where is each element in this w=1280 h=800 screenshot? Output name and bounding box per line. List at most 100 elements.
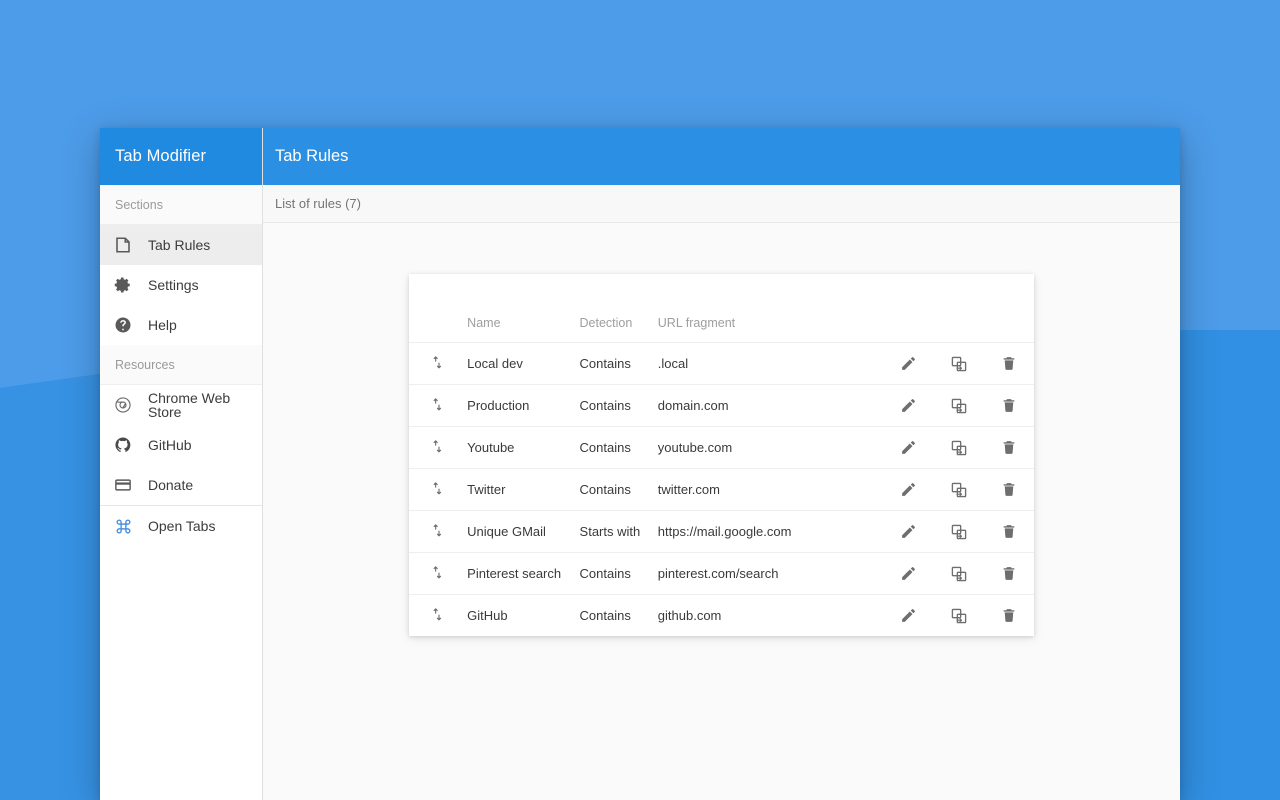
sidebar-item-tab-rules[interactable]: Tab Rules [100, 225, 262, 265]
page-icon [114, 235, 140, 255]
sidebar-item-label: Open Tabs [148, 519, 215, 533]
delete-rule-button[interactable] [995, 518, 1023, 546]
sort-arrows-icon[interactable] [430, 606, 446, 623]
rule-url-fragment: https://mail.google.com [658, 511, 884, 553]
row-drag-handle[interactable] [409, 553, 467, 595]
edit-icon [900, 565, 917, 582]
duplicate-rule-button[interactable] [945, 434, 973, 462]
rule-name: Pinterest search [467, 553, 579, 595]
sidebar-item-settings[interactable]: Settings [100, 265, 262, 305]
row-drag-handle[interactable] [409, 427, 467, 469]
edit-cell [884, 511, 934, 553]
rule-detection: Contains [580, 553, 658, 595]
gear-icon [114, 275, 140, 295]
duplicate-rule-button[interactable] [945, 350, 973, 378]
rule-name: Youtube [467, 427, 579, 469]
rule-detection: Contains [580, 343, 658, 385]
delete-cell [984, 511, 1034, 553]
edit-rule-button[interactable] [895, 518, 923, 546]
delete-rule-button[interactable] [995, 350, 1023, 378]
duplicate-rule-button[interactable] [945, 476, 973, 504]
edit-icon [900, 607, 917, 624]
delete-icon [1001, 397, 1017, 414]
table-row: Unique GMailStarts withhttps://mail.goog… [409, 511, 1034, 553]
content-area: Name Detection URL fragment Local devCon… [263, 223, 1180, 800]
table-row: Local devContains.local [409, 343, 1034, 385]
edit-cell [884, 469, 934, 511]
row-drag-handle[interactable] [409, 469, 467, 511]
sort-arrows-icon[interactable] [430, 522, 446, 539]
col-header-handle [409, 274, 467, 343]
delete-cell [984, 427, 1034, 469]
edit-icon [900, 439, 917, 456]
delete-rule-button[interactable] [995, 602, 1023, 630]
duplicate-icon [950, 439, 968, 457]
sidebar-item-github[interactable]: GitHub [100, 425, 262, 465]
sidebar-item-open-tabs[interactable]: Open Tabs [100, 506, 262, 546]
delete-icon [1001, 607, 1017, 624]
sidebar-item-help[interactable]: Help [100, 305, 262, 345]
duplicate-rule-button[interactable] [945, 602, 973, 630]
sort-arrows-icon[interactable] [430, 480, 446, 497]
duplicate-icon [950, 355, 968, 373]
delete-rule-button[interactable] [995, 392, 1023, 420]
duplicate-icon [950, 523, 968, 541]
delete-cell [984, 553, 1034, 595]
duplicate-rule-button[interactable] [945, 518, 973, 546]
help-icon [114, 315, 140, 335]
edit-cell [884, 343, 934, 385]
github-icon [114, 435, 140, 455]
sidebar-item-label: Chrome Web Store [148, 391, 262, 419]
duplicate-cell [934, 469, 984, 511]
sidebar-group-resources-label: Resources [115, 358, 175, 372]
page-title: Tab Rules [263, 128, 1180, 185]
delete-cell [984, 385, 1034, 427]
duplicate-rule-button[interactable] [945, 392, 973, 420]
sidebar-group-sections-label: Sections [115, 198, 163, 212]
rule-name: GitHub [467, 595, 579, 637]
table-body: Local devContains.localProductionContain… [409, 343, 1034, 637]
edit-rule-button[interactable] [895, 392, 923, 420]
edit-rule-button[interactable] [895, 602, 923, 630]
delete-icon [1001, 481, 1017, 498]
edit-icon [900, 523, 917, 540]
toolbar: List of rules (7) [263, 185, 1180, 223]
sort-arrows-icon[interactable] [430, 438, 446, 455]
col-header-delete [984, 274, 1034, 343]
edit-rule-button[interactable] [895, 350, 923, 378]
edit-icon [900, 481, 917, 498]
edit-icon [900, 355, 917, 372]
rule-url-fragment: youtube.com [658, 427, 884, 469]
edit-rule-button[interactable] [895, 476, 923, 504]
table-head: Name Detection URL fragment [409, 274, 1034, 343]
duplicate-cell [934, 385, 984, 427]
duplicate-icon [950, 607, 968, 625]
col-header-duplicate [934, 274, 984, 343]
delete-rule-button[interactable] [995, 434, 1023, 462]
rules-table: Name Detection URL fragment Local devCon… [409, 274, 1034, 636]
row-drag-handle[interactable] [409, 511, 467, 553]
sidebar-group-resources: Resources [100, 345, 262, 385]
command-icon [114, 516, 140, 536]
table-row: YoutubeContainsyoutube.com [409, 427, 1034, 469]
delete-rule-button[interactable] [995, 560, 1023, 588]
row-drag-handle[interactable] [409, 385, 467, 427]
sort-arrows-icon[interactable] [430, 564, 446, 581]
delete-rule-button[interactable] [995, 476, 1023, 504]
sidebar-item-donate[interactable]: Donate [100, 465, 262, 505]
row-drag-handle[interactable] [409, 595, 467, 637]
rules-card: Name Detection URL fragment Local devCon… [409, 274, 1034, 636]
table-header-row: Name Detection URL fragment [409, 274, 1034, 343]
sort-arrows-icon[interactable] [430, 396, 446, 413]
edit-cell [884, 427, 934, 469]
rule-detection: Contains [580, 595, 658, 637]
sort-arrows-icon[interactable] [430, 354, 446, 371]
delete-cell [984, 469, 1034, 511]
duplicate-icon [950, 397, 968, 415]
sidebar-item-chrome-web-store[interactable]: Chrome Web Store [100, 385, 262, 425]
duplicate-rule-button[interactable] [945, 560, 973, 588]
duplicate-cell [934, 343, 984, 385]
edit-rule-button[interactable] [895, 434, 923, 462]
edit-rule-button[interactable] [895, 560, 923, 588]
row-drag-handle[interactable] [409, 343, 467, 385]
